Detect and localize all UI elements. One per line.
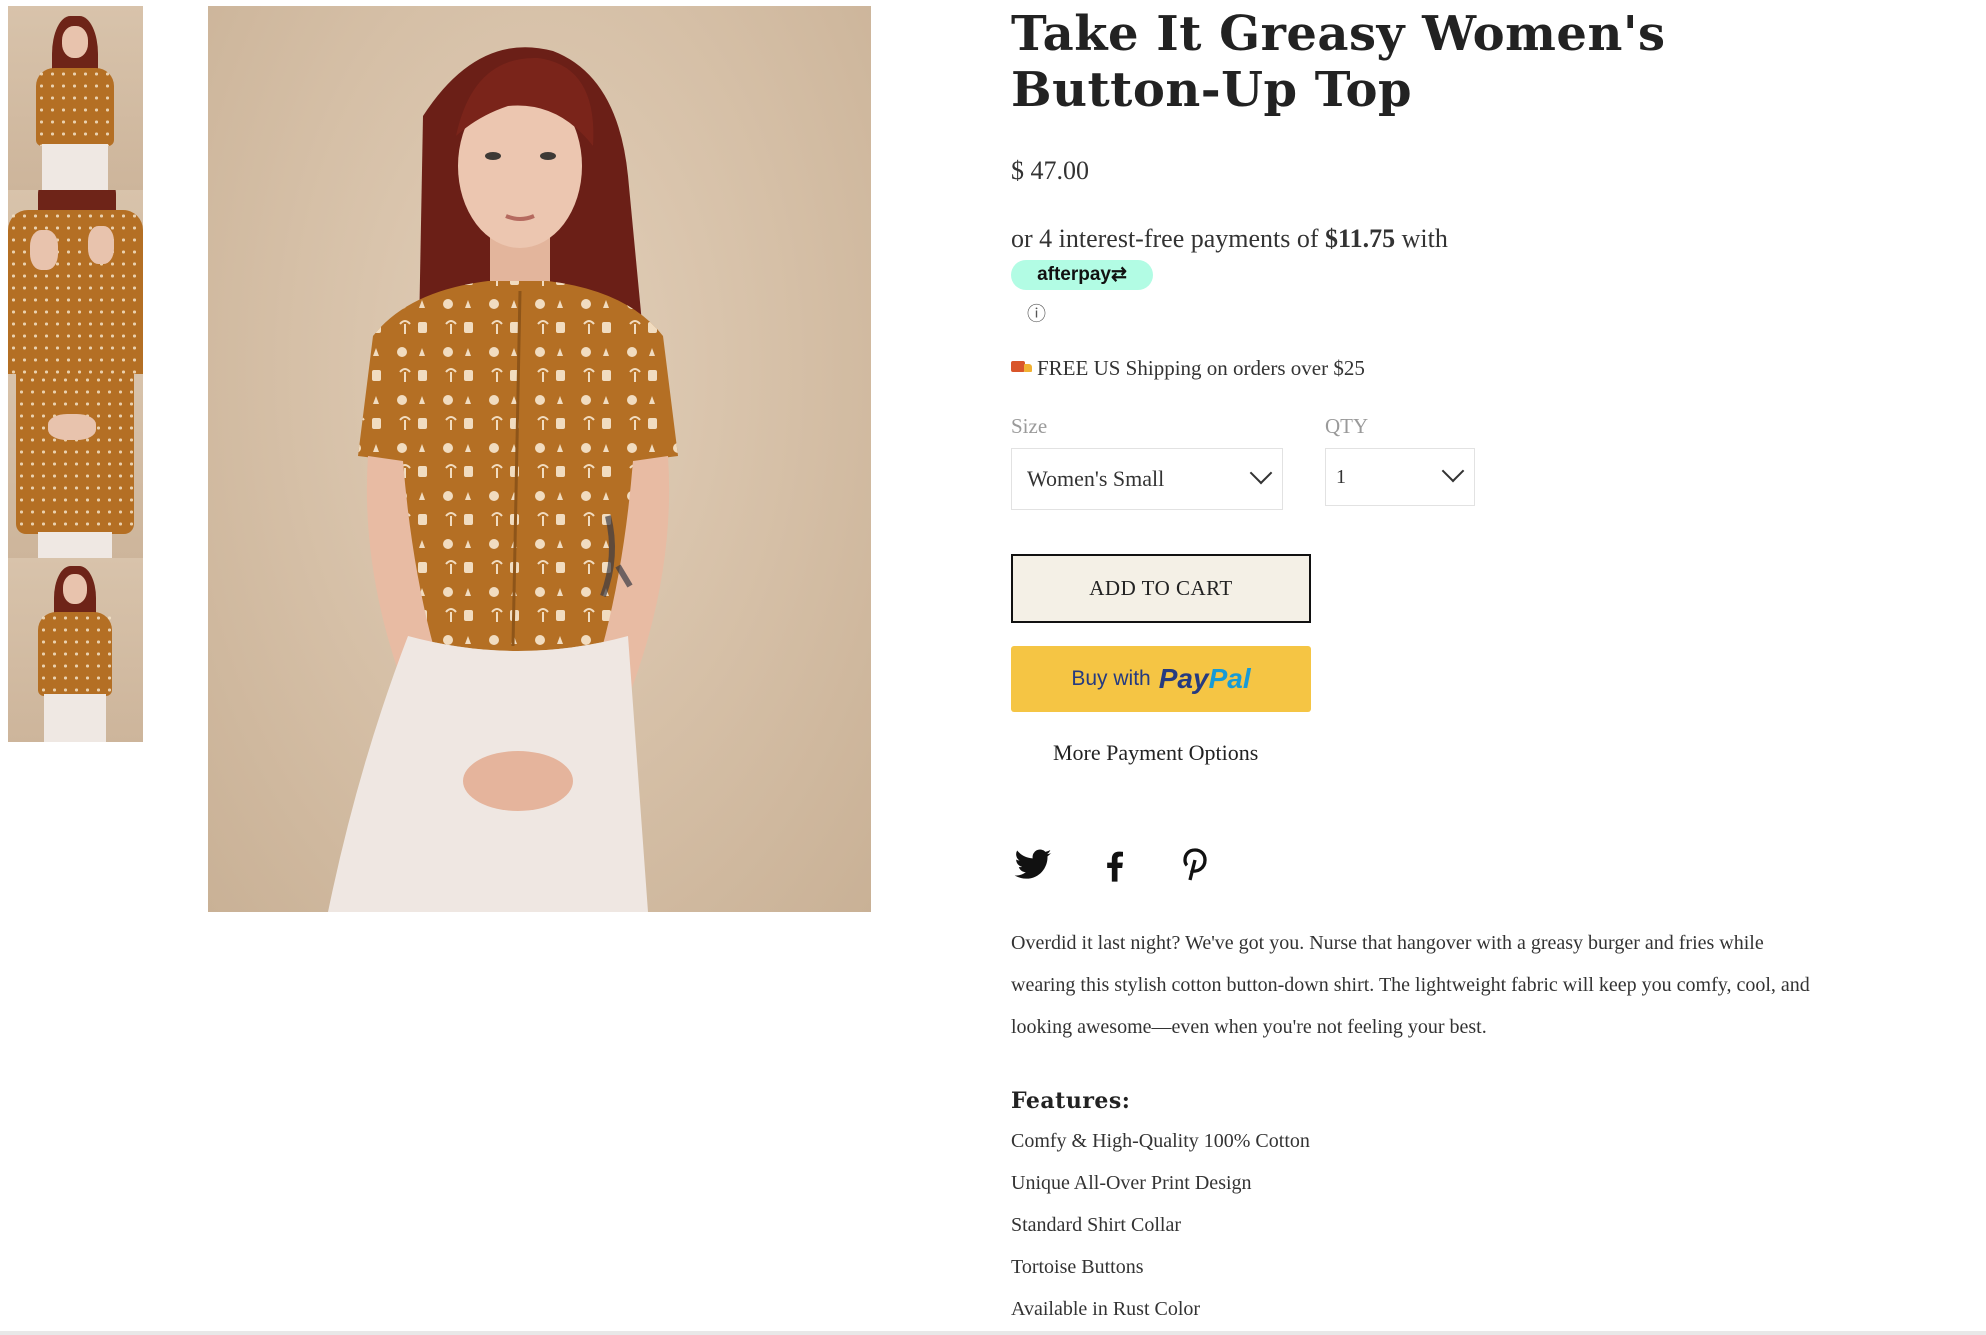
features-heading: Features: — [1011, 1088, 1131, 1114]
model-illustration — [328, 47, 678, 912]
thumbnail-4[interactable] — [8, 558, 143, 742]
product-description: Overdid it last night? We've got you. Nu… — [1011, 932, 1810, 1038]
paypal-logo: PayPal — [1158, 663, 1251, 694]
qty-label: QTY — [1325, 414, 1369, 438]
pinterest-icon[interactable] — [1175, 845, 1215, 885]
afterpay-suffix: with — [1401, 224, 1448, 253]
product-title: Take It Greasy Women's Button-Up Top — [1011, 6, 1666, 118]
chevron-down-icon — [1252, 469, 1268, 485]
features-list: Comfy & High-Quality 100% Cotton Unique … — [1011, 1120, 1310, 1330]
facebook-icon[interactable] — [1095, 845, 1135, 885]
size-value: Women's Small — [1027, 466, 1165, 491]
truck-icon — [1011, 361, 1033, 376]
feature-item: Comfy & High-Quality 100% Cotton — [1011, 1130, 1310, 1152]
shipping-text: FREE US Shipping on orders over $25 — [1037, 356, 1365, 380]
feature-item: Standard Shirt Collar — [1011, 1214, 1181, 1236]
shipping-notice: FREE US Shipping on orders over $25 — [1011, 356, 1365, 381]
horizontal-scrollbar[interactable] — [0, 1331, 1986, 1335]
info-icon[interactable]: ⓘ — [1027, 299, 1046, 326]
feature-item: Unique All-Over Print Design — [1011, 1172, 1252, 1194]
thumbnail-1[interactable] — [8, 6, 143, 190]
size-label: Size — [1011, 414, 1048, 438]
paypal-button[interactable]: Buy with PayPal — [1011, 646, 1311, 712]
feature-item: Available in Rust Color — [1011, 1298, 1201, 1320]
thumbnail-gallery — [8, 6, 143, 742]
afterpay-amount: $11.75 — [1325, 224, 1396, 253]
main-product-photo — [208, 6, 871, 912]
size-select[interactable]: Women's Small — [1011, 448, 1283, 510]
afterpay-logo[interactable]: afterpay⇄ — [1011, 260, 1153, 290]
thumbnail-3[interactable] — [8, 374, 143, 558]
paypal-prefix: Buy with — [1071, 667, 1151, 690]
twitter-icon[interactable] — [1013, 845, 1053, 885]
chevron-down-icon — [1444, 467, 1460, 483]
feature-item: Tortoise Buttons — [1011, 1256, 1144, 1278]
product-price: $ 47.00 — [1011, 156, 1089, 185]
more-payment-options-link[interactable]: More Payment Options — [1053, 740, 1258, 766]
thumbnail-2[interactable] — [8, 190, 143, 374]
afterpay-prefix: or 4 interest-free payments of — [1011, 224, 1319, 253]
qty-value: 1 — [1336, 466, 1346, 488]
qty-select[interactable]: 1 — [1325, 448, 1475, 506]
afterpay-message: or 4 interest-free payments of $11.75 wi… — [1011, 224, 1448, 254]
add-to-cart-button[interactable]: ADD TO CART — [1011, 554, 1311, 623]
